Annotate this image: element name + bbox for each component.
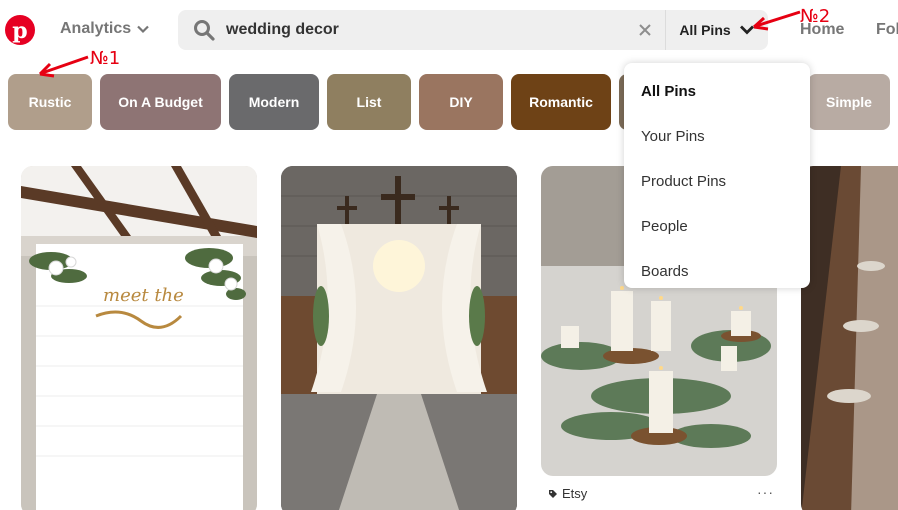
menu-item-your-pins[interactable]: Your Pins — [624, 114, 810, 159]
guide-chip-romantic[interactable]: Romantic — [511, 74, 611, 130]
guide-chip-on-a-budget[interactable]: On A Budget — [100, 74, 221, 130]
annotation-label-1: №1 — [90, 48, 121, 69]
pin-sign-text: meet the — [103, 285, 184, 306]
guide-chip-simple[interactable]: Simple — [808, 74, 890, 130]
menu-item-label: People — [641, 218, 688, 235]
chevron-down-icon — [137, 25, 149, 34]
pin-source-label: Etsy — [562, 486, 588, 501]
pin-image: meet the — [21, 166, 257, 510]
close-icon — [639, 24, 651, 36]
menu-item-label: Your Pins — [641, 128, 705, 145]
pin-image — [281, 166, 517, 510]
chip-label: Romantic — [529, 94, 593, 110]
pin-card-church-aisle[interactable] — [281, 166, 517, 510]
scope-label: All Pins — [679, 22, 731, 38]
pin-card-backdrop[interactable]: meet the — [21, 166, 257, 510]
search-scope-menu: All Pins Your Pins Product Pins People B… — [624, 63, 810, 288]
tag-icon — [549, 489, 557, 498]
search-input[interactable] — [224, 10, 625, 50]
guide-chip-diy[interactable]: DIY — [419, 74, 503, 130]
annotation-label-2: №2 — [800, 6, 831, 27]
menu-item-people[interactable]: People — [624, 204, 810, 249]
pinterest-search-page: p Analytics All Pins Home — [0, 0, 898, 510]
search-bar: All Pins — [178, 10, 768, 50]
menu-item-all-pins[interactable]: All Pins — [624, 69, 810, 114]
chip-label: Rustic — [28, 94, 72, 110]
menu-item-label: All Pins — [641, 83, 697, 100]
menu-item-boards[interactable]: Boards — [624, 249, 810, 294]
menu-item-label: Boards — [641, 263, 689, 280]
chevron-down-icon — [739, 25, 754, 35]
search-scope-dropdown[interactable]: All Pins — [666, 10, 768, 50]
guide-chip-modern[interactable]: Modern — [229, 74, 319, 130]
chip-label: List — [356, 94, 382, 110]
logo-letter: p — [12, 17, 28, 44]
analytics-label: Analytics — [60, 20, 132, 37]
menu-item-label: Product Pins — [641, 173, 727, 190]
nav-following-link[interactable]: Fol — [876, 21, 898, 39]
menu-item-product-pins[interactable]: Product Pins — [624, 159, 810, 204]
chip-label: DIY — [449, 94, 473, 110]
pinterest-logo[interactable]: p — [5, 15, 35, 45]
pin-image — [801, 166, 898, 510]
pin-source[interactable]: Etsy — [548, 486, 587, 501]
chip-label: Simple — [826, 94, 872, 110]
clear-search-button[interactable] — [625, 23, 665, 37]
pin-more-button[interactable]: ··· — [757, 484, 774, 500]
guide-chip-rustic[interactable]: Rustic — [8, 74, 92, 130]
chip-label: Modern — [248, 94, 300, 110]
analytics-menu[interactable]: Analytics — [60, 20, 149, 38]
search-icon — [184, 19, 224, 41]
pin-card-rustic-table[interactable] — [801, 166, 898, 510]
chip-label: On A Budget — [118, 94, 203, 110]
guide-chip-list[interactable]: List — [327, 74, 411, 130]
